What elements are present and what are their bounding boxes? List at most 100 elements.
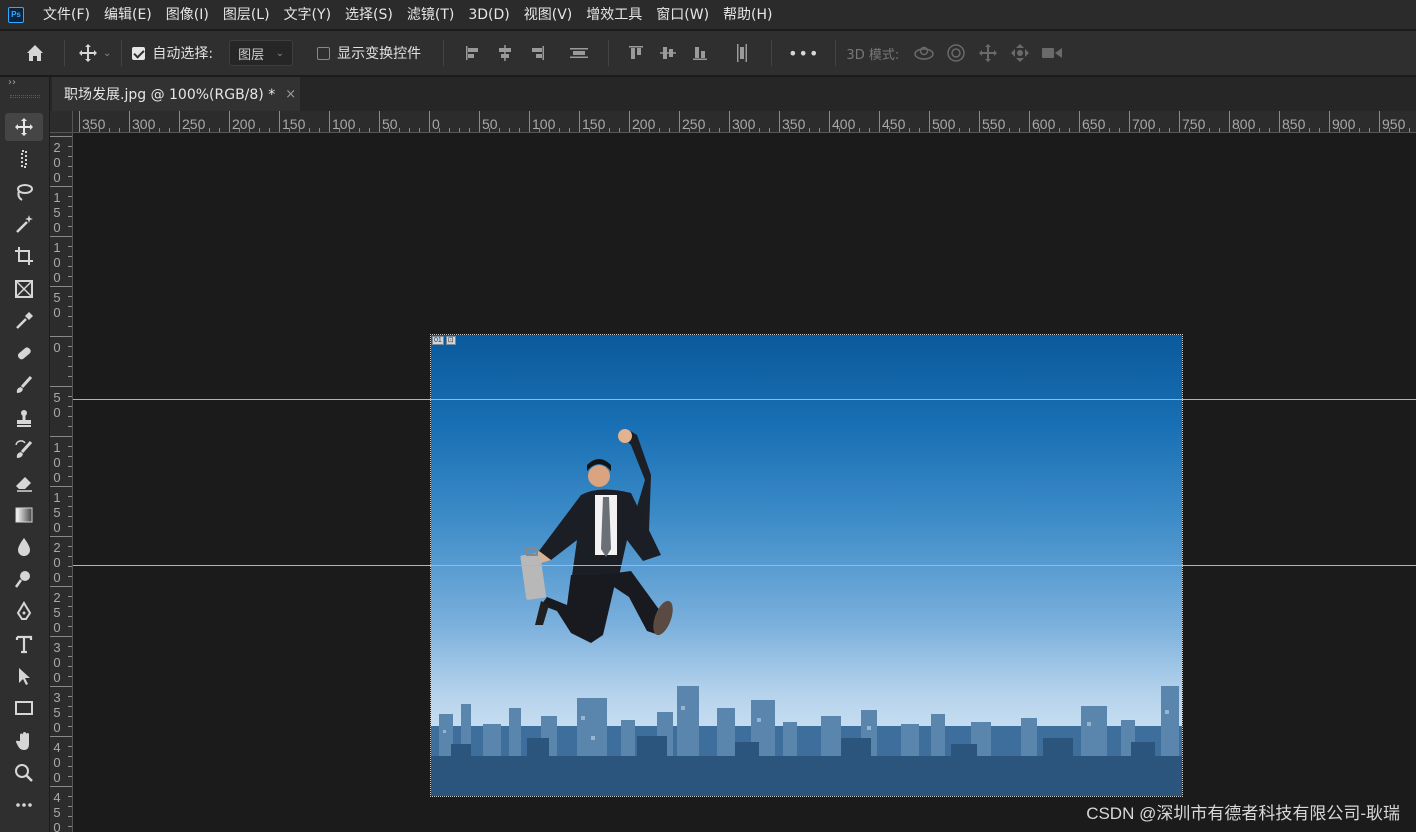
clone-stamp-tool-button[interactable]: [5, 404, 43, 432]
ruler-major-tick: [1029, 111, 1030, 132]
history-brush-tool-button[interactable]: [5, 436, 43, 464]
3d-slide-icon[interactable]: [1007, 40, 1033, 66]
3d-scale-camera-icon[interactable]: [1039, 40, 1065, 66]
crop-tool-icon: [15, 247, 33, 266]
align-horizontal-centers-icon[interactable]: [492, 40, 518, 66]
hand-tool-button[interactable]: [5, 727, 43, 755]
align-vertical-centers-icon[interactable]: [655, 40, 681, 66]
menu-item[interactable]: 增效工具: [579, 0, 649, 30]
show-transform-controls-checkbox[interactable]: [317, 46, 331, 60]
ruler-minor-tick: [68, 566, 72, 567]
more-tools-button[interactable]: [5, 791, 43, 819]
close-icon[interactable]: ×: [285, 87, 296, 102]
panel-grip[interactable]: [10, 95, 40, 98]
distribute-vertical-icon[interactable]: [566, 40, 592, 66]
collapse-panel-icon[interactable]: ››: [8, 77, 16, 88]
menu-item[interactable]: 视图(V): [517, 0, 580, 30]
frame-tool-button[interactable]: [5, 275, 43, 303]
ruler-tick-label: 0: [53, 555, 61, 570]
eyedropper-tool-button[interactable]: [5, 307, 43, 335]
canvas-area[interactable]: 01 ⊡ CSDN @深圳市有德者科技有限公司-耿瑞: [73, 133, 1416, 832]
auto-select-target-dropdown[interactable]: 图层 ⌄: [229, 40, 294, 66]
pen-tool-button[interactable]: [5, 598, 43, 626]
align-top-edges-icon[interactable]: [623, 40, 649, 66]
tools-panel: ››: [0, 77, 50, 832]
menu-item[interactable]: 编辑(E): [97, 0, 159, 30]
ruler-minor-tick: [789, 128, 790, 132]
menu-item[interactable]: 3D(D): [461, 0, 516, 30]
menu-item[interactable]: 窗口(W): [649, 0, 716, 30]
chevron-down-icon[interactable]: ⌄: [103, 48, 111, 59]
ruler-minor-tick: [939, 128, 940, 132]
ruler-minor-tick: [449, 128, 450, 132]
frame-tool-icon: [15, 279, 33, 298]
menu-item[interactable]: 文件(F): [36, 0, 97, 30]
menu-item[interactable]: 帮助(H): [716, 0, 779, 30]
3d-orbit-icon[interactable]: [911, 40, 937, 66]
menu-item[interactable]: 图层(L): [216, 0, 277, 30]
document-tab[interactable]: 职场发展.jpg @ 100%(RGB/8) * ×: [52, 77, 300, 111]
path-selection-tool-button[interactable]: [5, 662, 43, 690]
ruler-tick-label: 0: [53, 155, 61, 170]
horizontal-guide[interactable]: [73, 565, 1416, 566]
marquee-tool-button[interactable]: [5, 145, 43, 173]
more-options-button[interactable]: •••: [788, 44, 819, 63]
align-right-edges-icon[interactable]: [524, 40, 550, 66]
ruler-minor-tick: [1169, 128, 1170, 132]
align-bottom-edges-icon[interactable]: [687, 40, 713, 66]
home-icon[interactable]: [22, 40, 48, 66]
3d-pan-icon[interactable]: [975, 40, 1001, 66]
horizontal-ruler[interactable]: 350 300 250 200 150 100 50 0 50 100 150 200 250 300 35…: [73, 111, 1416, 133]
3d-roll-icon[interactable]: [943, 40, 969, 66]
ruler-minor-tick: [1139, 128, 1140, 132]
menu-item[interactable]: 文字(Y): [277, 0, 338, 30]
photoshop-logo-icon[interactable]: Ps: [8, 6, 24, 23]
ruler-minor-tick: [999, 128, 1000, 132]
ruler-tick-label: 0: [53, 755, 61, 770]
distribute-horizontal-icon[interactable]: [729, 40, 755, 66]
healing-brush-tool-button[interactable]: [5, 339, 43, 367]
move-tool-preset-icon[interactable]: [75, 40, 101, 66]
ruler-tick-label: 0: [53, 170, 61, 185]
ruler-tick-label: 5: [53, 205, 61, 220]
ruler-minor-tick: [469, 128, 470, 132]
ruler-minor-tick: [68, 306, 72, 307]
ruler-tick-label: 0: [53, 340, 61, 355]
horizontal-guide[interactable]: [73, 399, 1416, 400]
ruler-minor-tick: [68, 296, 72, 297]
ruler-minor-tick: [68, 646, 72, 647]
ruler-minor-tick: [1409, 128, 1410, 132]
menu-item[interactable]: 滤镜(T): [400, 0, 461, 30]
type-tool-button[interactable]: [5, 630, 43, 658]
ruler-minor-tick: [619, 128, 620, 132]
ruler-tick-label: 1: [53, 490, 61, 505]
eraser-tool-button[interactable]: [5, 468, 43, 496]
ruler-tick-label: 1: [53, 190, 61, 205]
magic-wand-tool-button[interactable]: [5, 210, 43, 238]
rectangle-tool-button[interactable]: [5, 694, 43, 722]
ruler-tick-label: 350: [82, 116, 106, 132]
auto-select-checkbox[interactable]: [132, 46, 146, 60]
vertical-ruler[interactable]: 20015010050050100150200250300350400450: [50, 133, 73, 832]
ruler-minor-tick: [68, 156, 72, 157]
zoom-tool-button[interactable]: [5, 759, 43, 787]
blur-tool-button[interactable]: [5, 533, 43, 561]
ruler-minor-tick: [659, 128, 660, 132]
brush-tool-button[interactable]: [5, 371, 43, 399]
lasso-tool-button[interactable]: [5, 178, 43, 206]
move-tool-button[interactable]: [5, 113, 43, 141]
ruler-minor-tick: [68, 216, 72, 217]
dodge-tool-button[interactable]: [5, 565, 43, 593]
ruler-tick-label: 0: [53, 770, 61, 785]
align-left-edges-icon[interactable]: [460, 40, 486, 66]
ruler-major-tick: [479, 111, 480, 132]
ruler-major-tick: [229, 111, 230, 132]
ruler-major-tick: [50, 336, 72, 337]
menu-item[interactable]: 选择(S): [338, 0, 400, 30]
ruler-tick-label: 750: [1182, 116, 1206, 132]
gradient-tool-button[interactable]: [5, 501, 43, 529]
menu-item[interactable]: 图像(I): [159, 0, 216, 30]
ruler-major-tick: [729, 111, 730, 132]
ruler-origin[interactable]: [50, 111, 73, 133]
crop-tool-button[interactable]: [5, 242, 43, 270]
